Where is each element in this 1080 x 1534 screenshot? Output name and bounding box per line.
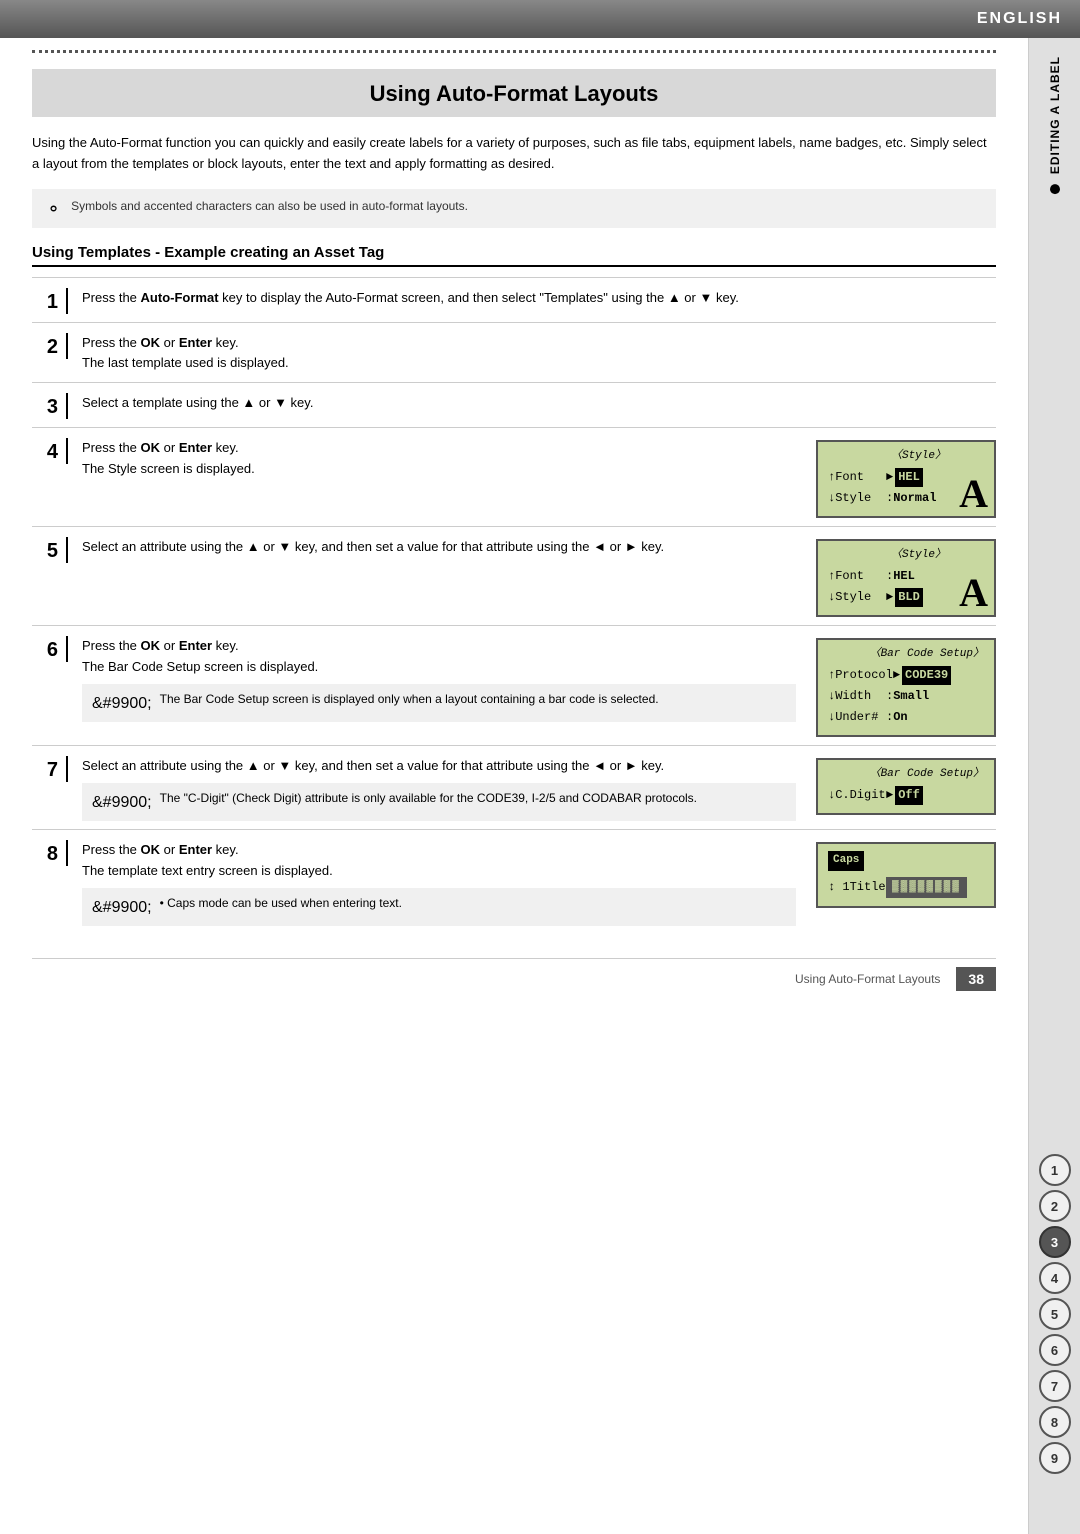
right-sidebar: EDITING A LABEL 1 2 3 4 5 6 7 8 9: [1028, 38, 1080, 1534]
sidebar-num-2: 2: [1039, 1190, 1071, 1222]
top-bar: ENGLISH: [0, 0, 1080, 38]
page-title: Using Auto-Format Layouts: [370, 81, 659, 106]
intro-note-box: ⚬ Symbols and accented characters can al…: [32, 189, 996, 228]
step-screen: 〈Bar Code Setup〉↓C.Digit►Off: [816, 758, 996, 815]
lcd-screen: 〈Bar Code Setup〉↓C.Digit►Off: [816, 758, 996, 815]
step-content: Press the OK or Enter key.The last templ…: [68, 333, 996, 375]
step-number: 8: [32, 840, 68, 866]
step-number: 4: [32, 438, 68, 464]
lcd-row: ↓Style: Normal: [828, 489, 946, 508]
step-content: 〈Style〉↑Font►HEL↓Style: NormalAPress the…: [68, 438, 996, 518]
note-icon: &#9900;: [92, 692, 152, 716]
sidebar-num-4: 4: [1039, 1262, 1071, 1294]
lcd-row: ↑Protocol►CODE39: [828, 666, 984, 685]
lcd-screen: 〈Style〉↑Font: HEL↓Style►BLDA: [816, 539, 996, 617]
step-screen: 〈Style〉↑Font: HEL↓Style►BLDA: [816, 539, 996, 617]
sidebar-label: EDITING A LABEL: [1048, 56, 1062, 194]
note-icon: ⚬: [46, 199, 61, 220]
footer-text: Using Auto-Format Layouts: [795, 972, 940, 986]
note-icon: &#9900;: [92, 896, 152, 920]
step-note: &#9900;The Bar Code Setup screen is disp…: [82, 684, 796, 722]
step-content: Caps↕ 1Title▓▓▓▓▓▓▓▓Press the OK or Ente…: [68, 840, 996, 926]
page-title-box: Using Auto-Format Layouts: [32, 69, 996, 117]
step-number: 7: [32, 756, 68, 782]
lcd-screen: Caps↕ 1Title▓▓▓▓▓▓▓▓: [816, 842, 996, 908]
lcd-row: ↑Font►HEL: [828, 468, 946, 487]
lcd-screen: 〈Bar Code Setup〉↑Protocol►CODE39↓Width: …: [816, 638, 996, 737]
step-row: 8Caps↕ 1Title▓▓▓▓▓▓▓▓Press the OK or Ent…: [32, 829, 996, 934]
step-screen: 〈Bar Code Setup〉↑Protocol►CODE39↓Width: …: [816, 638, 996, 737]
step-content: 〈Style〉↑Font: HEL↓Style►BLDASelect an at…: [68, 537, 996, 617]
step-content: Select a template using the ▲ or ▼ key.: [68, 393, 996, 414]
step-note: &#9900;• Caps mode can be used when ente…: [82, 888, 796, 926]
step-content: 〈Bar Code Setup〉↑Protocol►CODE39↓Width: …: [68, 636, 996, 737]
step-row: 3Select a template using the ▲ or ▼ key.: [32, 382, 996, 427]
step-row: 5〈Style〉↑Font: HEL↓Style►BLDASelect an a…: [32, 526, 996, 625]
page-footer: Using Auto-Format Layouts 38: [32, 958, 996, 991]
step-screen: 〈Style〉↑Font►HEL↓Style: NormalA: [816, 440, 996, 518]
step-number: 5: [32, 537, 68, 563]
section-heading: Using Templates - Example creating an As…: [32, 244, 996, 267]
step-content: Press the Auto-Format key to display the…: [68, 288, 996, 309]
sidebar-num-5: 5: [1039, 1298, 1071, 1330]
steps-container: 1Press the Auto-Format key to display th…: [32, 277, 996, 934]
sidebar-num-1: 1: [1039, 1154, 1071, 1186]
sidebar-num-6: 6: [1039, 1334, 1071, 1366]
dotted-divider: [32, 50, 996, 53]
sidebar-num-7: 7: [1039, 1370, 1071, 1402]
step-number: 2: [32, 333, 68, 359]
lcd-row: ↑Font: HEL: [828, 567, 946, 586]
lcd-screen: 〈Style〉↑Font►HEL↓Style: NormalA: [816, 440, 996, 518]
sidebar-bullet: [1050, 184, 1060, 194]
main-content: Using Auto-Format Layouts Using the Auto…: [0, 50, 1028, 1031]
step-row: 4〈Style〉↑Font►HEL↓Style: NormalAPress th…: [32, 427, 996, 526]
intro-text: Using the Auto-Format function you can q…: [32, 133, 996, 175]
step-row: 6 〈Bar Code Setup〉↑Protocol►CODE39↓Width:…: [32, 625, 996, 745]
step-content: 〈Bar Code Setup〉↓C.Digit►OffSelect an at…: [68, 756, 996, 821]
step-screen: Caps↕ 1Title▓▓▓▓▓▓▓▓: [816, 842, 996, 908]
language-label: ENGLISH: [977, 10, 1062, 28]
step-number: 3: [32, 393, 68, 419]
step-number: 6: [32, 636, 68, 662]
step-number: 1: [32, 288, 68, 314]
sidebar-num-3: 3: [1039, 1226, 1071, 1258]
note-icon: &#9900;: [92, 791, 152, 815]
intro-note-text: Symbols and accented characters can also…: [71, 197, 468, 215]
lcd-row: ↕ 1Title▓▓▓▓▓▓▓▓: [828, 877, 984, 899]
footer-page: 38: [956, 967, 996, 991]
lcd-row: ↓Under#: On: [828, 708, 984, 727]
step-row: 1Press the Auto-Format key to display th…: [32, 277, 996, 322]
lcd-row: ↓C.Digit►Off: [828, 786, 984, 805]
step-note: &#9900;The "C-Digit" (Check Digit) attri…: [82, 783, 796, 821]
step-row: 2Press the OK or Enter key.The last temp…: [32, 322, 996, 383]
step-row: 7〈Bar Code Setup〉↓C.Digit►OffSelect an a…: [32, 745, 996, 829]
lcd-row: ↓Style►BLD: [828, 588, 946, 607]
sidebar-numbers: 1 2 3 4 5 6 7 8 9: [1039, 1154, 1071, 1474]
lcd-row: ↓Width: Small: [828, 687, 984, 706]
sidebar-num-9: 9: [1039, 1442, 1071, 1474]
sidebar-num-8: 8: [1039, 1406, 1071, 1438]
